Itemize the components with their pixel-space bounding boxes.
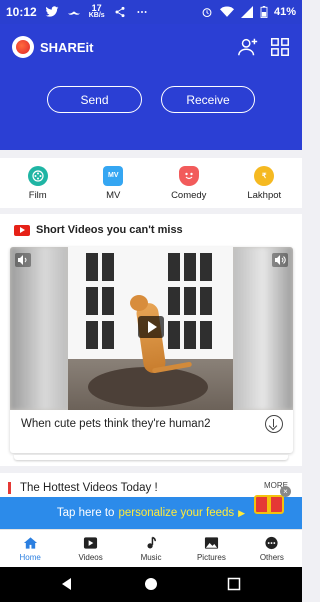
mute-toggle[interactable] [15, 253, 31, 267]
banner-highlight: personalize your feeds [118, 507, 235, 519]
category-label: MV [106, 189, 121, 201]
battery-percent: 41% [273, 6, 296, 18]
home-button-icon[interactable] [144, 577, 158, 591]
receive-button[interactable]: Receive [161, 86, 255, 113]
category-lakhpot[interactable]: ₹ Lakhpot [227, 158, 303, 208]
category-comedy[interactable]: Comedy [151, 158, 227, 208]
nav-pictures[interactable]: Pictures [181, 530, 241, 567]
wifi-icon [219, 6, 234, 17]
recents-icon[interactable] [227, 577, 241, 591]
youtube-play-icon [14, 224, 30, 236]
nav-others[interactable]: Others [242, 530, 302, 567]
mv-icon: MV [103, 165, 124, 186]
video-thumbnail[interactable] [10, 247, 293, 410]
volume-toggle[interactable] [272, 253, 288, 267]
category-label: Film [28, 189, 47, 201]
video-card[interactable]: When cute pets think they're human2 [10, 247, 293, 453]
status-bar: 10:12 17 KB/s 41% [0, 0, 302, 24]
mustache-notification-icon [67, 11, 80, 15]
back-icon[interactable] [60, 577, 74, 591]
gift-box-icon[interactable]: × [254, 486, 291, 514]
section-title: Short Videos you can't miss [14, 224, 183, 236]
close-icon[interactable]: × [280, 486, 291, 497]
nav-music[interactable]: Music [121, 530, 181, 567]
app-header: SHAREit Send Receive [0, 24, 302, 150]
section-accent-bar [8, 482, 11, 494]
avatar[interactable] [12, 36, 34, 58]
music-note-icon [146, 536, 156, 548]
category-film[interactable]: Film [0, 158, 76, 208]
nav-videos[interactable]: Videos [60, 530, 120, 567]
download-icon[interactable] [265, 415, 283, 433]
send-button[interactable]: Send [47, 86, 142, 113]
brand: SHAREit [12, 36, 93, 58]
category-mv[interactable]: MV MV [76, 158, 152, 208]
more-notifications-icon [137, 11, 147, 13]
battery-icon [260, 6, 268, 18]
play-button[interactable] [138, 316, 164, 338]
twitter-notification-icon [45, 6, 59, 17]
home-icon [23, 536, 37, 549]
add-friend-icon[interactable] [237, 36, 259, 58]
status-time: 10:12 [6, 5, 37, 19]
category-bar: Film MV MV Comedy ₹ Lakhpot [0, 158, 302, 208]
more-dots-icon [265, 536, 278, 549]
section-title: The Hottest Videos Today ! [20, 482, 158, 494]
play-icon [84, 536, 98, 549]
category-label: Lakhpot [247, 189, 282, 201]
nav-home[interactable]: Home [0, 530, 60, 567]
rupee-coin-icon: ₹ [254, 165, 275, 186]
arrow-right-icon: ▶ [238, 507, 246, 518]
system-navigation-bar [0, 567, 302, 602]
network-speed: 17 KB/s [88, 3, 105, 20]
film-icon [27, 165, 48, 186]
grid-menu-icon[interactable] [269, 36, 291, 58]
alarm-icon [202, 8, 212, 18]
video-caption[interactable]: When cute pets think they're human2 [21, 418, 211, 430]
picture-icon [204, 536, 218, 549]
speaker-left-icon [18, 255, 27, 265]
speaker-right-icon [275, 255, 286, 265]
category-label: Comedy [171, 189, 207, 201]
short-videos-section: Short Videos you can't miss When cute pe… [0, 214, 302, 466]
signal-icon [240, 6, 253, 18]
app-name: SHAREit [40, 39, 94, 55]
comedy-mask-icon [178, 165, 199, 186]
share-notification-icon [115, 6, 125, 18]
bottom-navigation: Home Videos Music Pictures Others [0, 529, 302, 567]
